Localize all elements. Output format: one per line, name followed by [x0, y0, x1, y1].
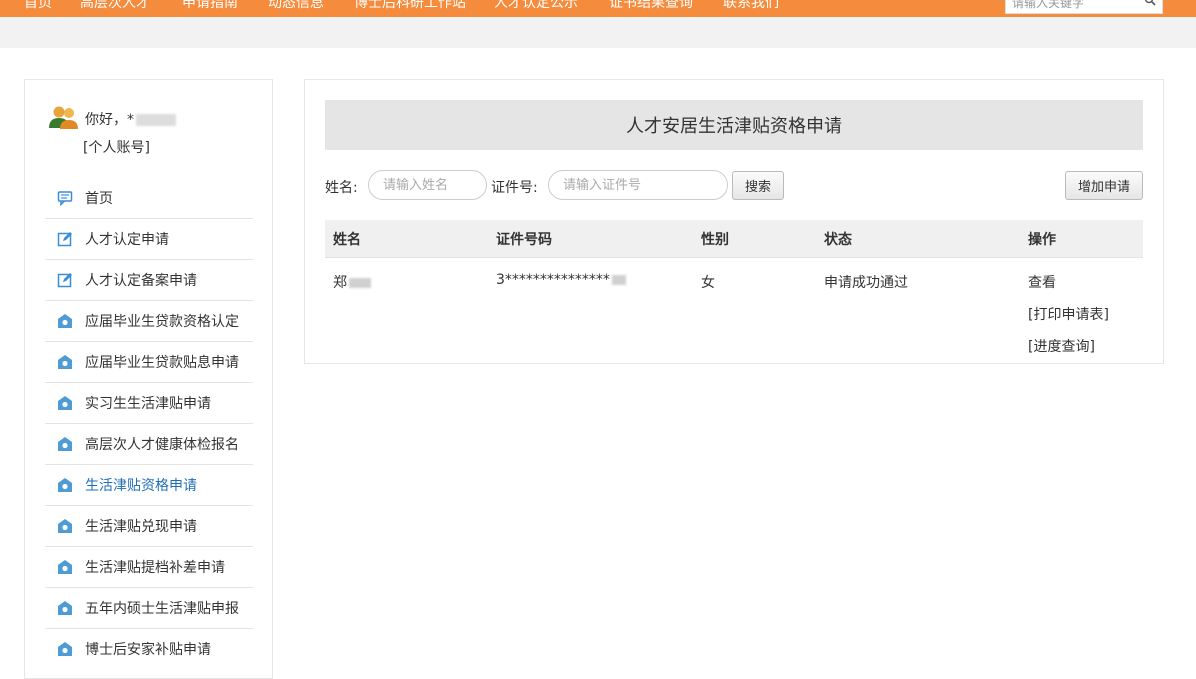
- home-icon: [57, 395, 73, 411]
- home-icon: [57, 436, 73, 452]
- applicant-name: 郑: [333, 275, 347, 291]
- sidebar-item-intern-allowance[interactable]: 实习生生活津贴申请: [45, 383, 253, 424]
- search-icon[interactable]: [1144, 0, 1156, 9]
- table-row: 郑 3*************** 女 申请成功通过 查看 [打印申请表] […: [325, 258, 1143, 369]
- sidebar-item-label: 生活津贴资格申请: [85, 478, 197, 494]
- home-icon: [57, 518, 73, 534]
- nav-item-guide[interactable]: 申请指南: [182, 0, 238, 12]
- cell-name: 郑: [325, 258, 488, 369]
- sidebar-item-master-allowance[interactable]: 五年内硕士生活津贴申报: [45, 588, 253, 629]
- column-header-id-number: 证件号码: [488, 220, 693, 258]
- cell-status: 申请成功通过: [824, 275, 908, 291]
- home-icon: [57, 313, 73, 329]
- page-title: 人才安居生活津贴资格申请: [325, 100, 1143, 150]
- nav-item-publicity[interactable]: 人才认定公示: [494, 0, 578, 12]
- sidebar-item-talent-record[interactable]: 人才认定备案申请: [45, 260, 253, 301]
- sidebar-item-label: 高层次人才健康体检报名: [85, 437, 239, 453]
- home-icon: [57, 641, 73, 657]
- home-icon: [57, 559, 73, 575]
- sidebar-menu: 首页 人才认定申请 人才认定备案申请 应届毕业生贷款资格认定 应届毕业生贷款贴息…: [45, 178, 253, 669]
- user-group-icon: [48, 104, 80, 130]
- sidebar-item-label: 生活津贴兑现申请: [85, 519, 197, 535]
- edit-icon: [57, 272, 73, 288]
- column-header-actions: 操作: [1020, 220, 1143, 258]
- site-search-input[interactable]: 请输入关键字: [1005, 0, 1163, 14]
- sidebar-item-loan-interest[interactable]: 应届毕业生贷款贴息申请: [45, 342, 253, 383]
- table-header-row: 姓名 证件号码 性别 状态 操作: [325, 220, 1143, 258]
- greeting-text: 你好，: [85, 112, 127, 128]
- nav-item-postdoc[interactable]: 博士后科研工作站: [354, 0, 466, 12]
- nav-item-certificate[interactable]: 证书结果查询: [609, 0, 693, 12]
- nav-item-home[interactable]: 首页: [24, 0, 52, 12]
- nav-item-contact[interactable]: 联系我们: [723, 0, 779, 12]
- main-panel: 人才安居生活津贴资格申请 姓名: 证件号: 搜索 增加申请 姓名 证件号码 性别…: [304, 79, 1164, 364]
- sidebar-item-talent-apply[interactable]: 人才认定申请: [45, 219, 253, 260]
- sidebar-item-home[interactable]: 首页: [45, 178, 253, 219]
- sidebar-item-label: 博士后安家补贴申请: [85, 642, 211, 658]
- sidebar-item-loan-qualify[interactable]: 应届毕业生贷款资格认定: [45, 301, 253, 342]
- home-icon: [57, 600, 73, 616]
- name-label: 姓名:: [325, 180, 358, 196]
- column-header-name: 姓名: [325, 220, 488, 258]
- top-nav-bar: 首页 高层次人才 申请指南 动态信息 博士后科研工作站 人才认定公示 证书结果查…: [0, 0, 1196, 17]
- sidebar-item-label: 五年内硕士生活津贴申报: [85, 601, 239, 617]
- id-number-input[interactable]: [548, 170, 728, 200]
- nav-item-news[interactable]: 动态信息: [268, 0, 324, 12]
- edit-icon: [57, 231, 73, 247]
- applicant-id-number: 3***************: [496, 272, 610, 288]
- sidebar-item-label: 应届毕业生贷款贴息申请: [85, 355, 239, 371]
- home-icon: [57, 477, 73, 493]
- column-header-status: 状态: [816, 220, 1020, 258]
- blurred-username: [136, 114, 176, 126]
- sidebar-item-label: 实习生生活津贴申请: [85, 396, 211, 412]
- id-label: 证件号:: [491, 180, 538, 196]
- cell-id-number: 3***************: [488, 258, 693, 369]
- cell-gender: 女: [701, 275, 715, 291]
- search-button[interactable]: 搜索: [732, 171, 785, 200]
- home-icon: [57, 354, 73, 370]
- sidebar-item-allowance-redeem[interactable]: 生活津贴兑现申请: [45, 506, 253, 547]
- site-search-placeholder: 请输入关键字: [1012, 0, 1085, 10]
- sidebar-item-label: 应届毕业生贷款资格认定: [85, 314, 239, 330]
- search-form: 姓名: 证件号: 搜索 增加申请: [325, 170, 1143, 202]
- sidebar-item-allowance-qualify[interactable]: 生活津贴资格申请: [45, 465, 253, 506]
- sidebar-item-label: 生活津贴提档补差申请: [85, 560, 225, 576]
- sidebar: 你好，* [个人账号] 首页 人才认定申请 人才认定备案申请 应届毕业生贷款资格: [24, 79, 273, 679]
- add-application-button[interactable]: 增加申请: [1064, 171, 1143, 200]
- sidebar-item-postdoc-subsidy[interactable]: 博士后安家补贴申请: [45, 629, 253, 669]
- greeting-name: *: [127, 112, 134, 128]
- progress-query-link[interactable]: [进度查询]: [1028, 339, 1095, 355]
- greeting: 你好，*: [85, 109, 176, 129]
- sidebar-item-health-check[interactable]: 高层次人才健康体检报名: [45, 424, 253, 465]
- chat-icon: [57, 190, 73, 207]
- cell-actions: 查看 [打印申请表] [进度查询]: [1020, 258, 1143, 369]
- sidebar-item-allowance-upgrade[interactable]: 生活津贴提档补差申请: [45, 547, 253, 588]
- column-header-gender: 性别: [693, 220, 816, 258]
- application-table: 姓名 证件号码 性别 状态 操作 郑 3*************** 女 申请…: [325, 220, 1143, 368]
- name-input[interactable]: [368, 170, 487, 200]
- blurred-name: [349, 278, 371, 288]
- sidebar-item-label: 人才认定备案申请: [85, 273, 197, 289]
- nav-item-talent[interactable]: 高层次人才: [80, 0, 150, 12]
- sub-header-bar: [0, 17, 1196, 48]
- account-link[interactable]: [个人账号]: [83, 137, 150, 157]
- view-link[interactable]: 查看: [1028, 275, 1056, 291]
- blurred-id: [611, 275, 626, 285]
- sidebar-item-label: 人才认定申请: [85, 232, 169, 248]
- sidebar-item-label: 首页: [85, 191, 113, 207]
- print-form-link[interactable]: [打印申请表]: [1028, 307, 1109, 323]
